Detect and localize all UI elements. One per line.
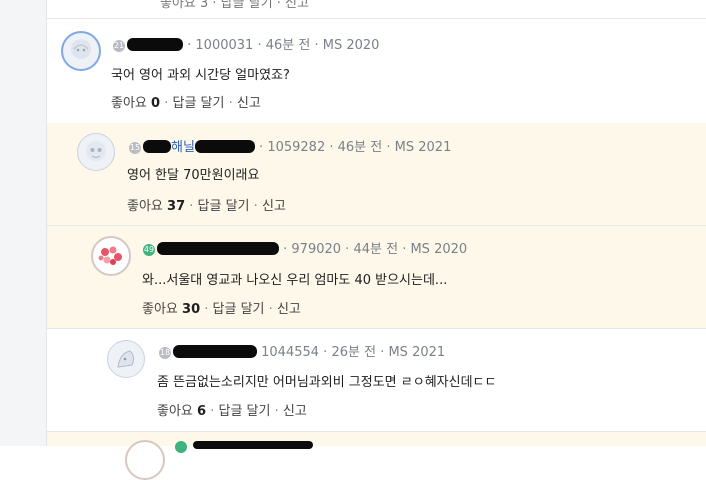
comment: 15 해닐 · 1059282 · 46분 전 · MS 2021 영어 한달 7…	[47, 123, 706, 226]
avatar-icon	[71, 39, 91, 59]
like-label: 좋아요	[111, 96, 147, 111]
user-id: 1044554	[261, 345, 320, 360]
user-id: 1000031	[195, 38, 254, 53]
like-count: 0	[151, 96, 161, 111]
device: MS 2020	[410, 242, 468, 257]
user-id: 979020	[291, 242, 342, 257]
reply-button[interactable]: 답글 달기	[173, 96, 225, 111]
like-button[interactable]: 좋아요 37	[127, 199, 185, 214]
timestamp: 26분 전	[331, 345, 377, 360]
device: MS 2021	[394, 140, 452, 155]
like-count: 6	[197, 404, 207, 419]
left-gutter	[0, 0, 47, 446]
comment-text: 좀 뜬금없는소리지만 어머님과외비 그정도면 ㄹㅇ혜자신데ㄷㄷ	[157, 375, 497, 390]
avatar-icon	[86, 141, 106, 161]
like-label: 좋아요	[142, 302, 178, 317]
comment-meta: 18 1044554 · 26분 전 · MS 2021	[159, 345, 446, 360]
level-badge: 21	[113, 40, 125, 52]
report-button[interactable]: 신고	[277, 302, 301, 317]
level-badge: 49	[143, 244, 155, 256]
level-badge	[175, 441, 187, 453]
comment-actions: 좋아요 37 · 답글 달기 · 신고	[127, 199, 286, 214]
avatar[interactable]	[77, 133, 115, 171]
level-badge: 15	[129, 142, 141, 154]
report-button[interactable]: 신고	[262, 199, 286, 214]
comment: 18 1044554 · 26분 전 · MS 2021 좀 뜬금없는소리지만 …	[47, 329, 706, 432]
comment-actions: 좋아요 30 · 답글 달기 · 신고	[142, 302, 301, 317]
comment-text: 국어 영어 과외 시간당 얼마였죠?	[111, 68, 290, 83]
comment-meta: 21 · 1000031 · 46분 전 · MS 2020	[113, 38, 380, 53]
like-count: 30	[182, 302, 201, 317]
comment: 21 · 1000031 · 46분 전 · MS 2020 국어 영어 과외 …	[47, 19, 706, 124]
like-button[interactable]: 좋아요 0	[111, 96, 160, 111]
nickname[interactable]: 해닐	[171, 140, 195, 155]
redacted-nickname[interactable]	[143, 140, 171, 153]
comment-meta: 49 · 979020 · 44분 전 · MS 2020	[143, 242, 468, 257]
avatar-icon	[117, 350, 135, 368]
avatar[interactable]	[91, 236, 131, 276]
redacted-nickname[interactable]	[127, 38, 183, 51]
redacted-nickname[interactable]	[157, 242, 279, 255]
report-button[interactable]: 신고	[283, 404, 307, 419]
comment: 49 · 979020 · 44분 전 · MS 2020 와...서울대 영교…	[47, 226, 706, 329]
like-count: 37	[167, 199, 186, 214]
like-button[interactable]: 좋아요 30	[142, 302, 200, 317]
comment-meta: 15 해닐 · 1059282 · 46분 전 · MS 2021	[129, 140, 452, 155]
comment-actions: 좋아요 6 · 답글 달기 · 신고	[157, 404, 307, 419]
reply-button[interactable]: 답글 달기	[213, 302, 265, 317]
comment-text: 와...서울대 영교과 나오신 우리 엄마도 40 받으시는데...	[142, 273, 448, 288]
redacted-nickname	[193, 441, 313, 449]
partial-actions-text: 좋아요 3 · 답글 달기 · 신고	[160, 0, 309, 11]
comment-text: 영어 한달 70만원이래요	[127, 168, 260, 183]
avatar[interactable]	[61, 31, 101, 71]
timestamp: 46분 전	[337, 140, 383, 155]
report-button[interactable]: 신고	[237, 96, 261, 111]
partial-actions-row: 좋아요 3 · 답글 달기 · 신고	[160, 0, 309, 11]
like-label: 좋아요	[127, 199, 163, 214]
timestamp: 44분 전	[353, 242, 399, 257]
avatar-icon	[98, 246, 122, 265]
partial-next-comment	[47, 432, 706, 480]
like-label: 좋아요	[157, 404, 193, 419]
redacted-nickname	[194, 140, 255, 153]
reply-button[interactable]: 답글 달기	[198, 199, 250, 214]
timestamp: 46분 전	[265, 38, 311, 53]
level-badge: 18	[159, 347, 171, 359]
redacted-nickname[interactable]	[173, 345, 257, 358]
user-id: 1059282	[267, 140, 326, 155]
device: MS 2021	[388, 345, 446, 360]
like-button[interactable]: 좋아요 6	[157, 404, 206, 419]
reply-button[interactable]: 답글 달기	[219, 404, 271, 419]
comment-actions: 좋아요 0 · 답글 달기 · 신고	[111, 96, 261, 111]
avatar[interactable]	[107, 340, 145, 378]
avatar[interactable]	[125, 440, 165, 480]
device: MS 2020	[322, 38, 380, 53]
